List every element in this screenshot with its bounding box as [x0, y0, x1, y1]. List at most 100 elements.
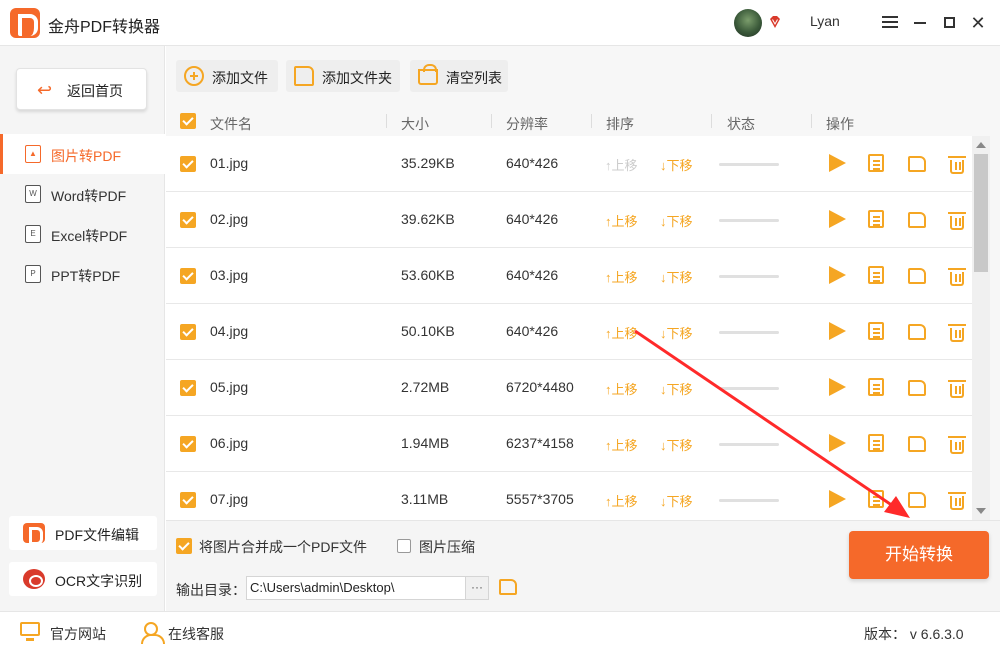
- folder-icon[interactable]: [908, 436, 926, 452]
- row-checkbox[interactable]: [180, 212, 196, 228]
- select-all-checkbox[interactable]: [180, 113, 196, 129]
- document-icon[interactable]: [868, 154, 884, 172]
- table-row[interactable]: 02.jpg 39.62KB 640*426 ↑上移 ↓下移: [166, 192, 972, 248]
- header-order: 排序: [606, 116, 634, 132]
- sidebar-item-ppt-to-pdf[interactable]: P PPT转PDF: [0, 254, 165, 294]
- play-icon[interactable]: [829, 434, 846, 452]
- user-avatar[interactable]: [734, 9, 762, 37]
- move-down-button[interactable]: ↓下移: [660, 155, 693, 174]
- scroll-down-icon[interactable]: [976, 508, 986, 514]
- file-name: 04.jpg: [210, 323, 249, 339]
- move-down-button[interactable]: ↓下移: [660, 323, 693, 342]
- document-icon[interactable]: [868, 434, 884, 452]
- play-icon[interactable]: [829, 266, 846, 284]
- row-checkbox[interactable]: [180, 436, 196, 452]
- merge-checkbox[interactable]: [176, 538, 192, 554]
- scrollbar-thumb[interactable]: [974, 154, 988, 272]
- sidebar-item-image-to-pdf[interactable]: ▲ 图片转PDF: [0, 134, 165, 174]
- minimize-icon[interactable]: [910, 13, 930, 33]
- word-doc-icon: W: [25, 185, 41, 203]
- file-name: 01.jpg: [210, 155, 249, 171]
- website-link[interactable]: 官方网站: [50, 624, 106, 644]
- move-up-button[interactable]: ↑上移: [605, 491, 638, 510]
- header-divider: [711, 114, 712, 128]
- play-icon[interactable]: [829, 154, 846, 172]
- move-down-button[interactable]: ↓下移: [660, 379, 693, 398]
- document-icon[interactable]: [868, 322, 884, 340]
- folder-icon[interactable]: [908, 492, 926, 508]
- vertical-scrollbar[interactable]: [972, 136, 990, 520]
- open-folder-icon[interactable]: [499, 579, 517, 595]
- move-up-button[interactable]: ↑上移: [605, 379, 638, 398]
- add-file-button[interactable]: 添加文件: [176, 60, 278, 92]
- customer-service-icon[interactable]: [141, 622, 165, 644]
- scroll-up-icon[interactable]: [976, 142, 986, 148]
- move-up-button[interactable]: ↑上移: [605, 435, 638, 454]
- folder-icon[interactable]: [908, 156, 926, 172]
- document-icon[interactable]: [868, 378, 884, 396]
- folder-icon[interactable]: [908, 268, 926, 284]
- trash-icon[interactable]: [948, 268, 966, 286]
- compress-checkbox[interactable]: [397, 539, 411, 553]
- table-row[interactable]: 01.jpg 35.29KB 640*426 ↑上移 ↓下移: [166, 136, 972, 192]
- row-checkbox[interactable]: [180, 268, 196, 284]
- clear-list-button[interactable]: 清空列表: [410, 60, 508, 92]
- move-down-button[interactable]: ↓下移: [660, 211, 693, 230]
- status-progress-bar: [719, 387, 779, 390]
- trash-icon[interactable]: [948, 436, 966, 454]
- browse-more-button[interactable]: ···: [465, 576, 489, 600]
- move-up-label: 上移: [611, 270, 638, 285]
- trash-icon[interactable]: [948, 492, 966, 510]
- document-icon[interactable]: [868, 266, 884, 284]
- trash-icon[interactable]: [948, 324, 966, 342]
- table-row[interactable]: 03.jpg 53.60KB 640*426 ↑上移 ↓下移: [166, 248, 972, 304]
- table-row[interactable]: 06.jpg 1.94MB 6237*4158 ↑上移 ↓下移: [166, 416, 972, 472]
- add-folder-button[interactable]: 添加文件夹: [286, 60, 400, 92]
- add-file-label: 添加文件: [212, 70, 268, 86]
- close-icon[interactable]: ✕: [968, 13, 988, 33]
- back-arrow-icon: ↩: [37, 80, 53, 100]
- move-down-button[interactable]: ↓下移: [660, 435, 693, 454]
- document-icon[interactable]: [868, 490, 884, 508]
- online-service-link[interactable]: 在线客服: [168, 624, 224, 644]
- move-down-button[interactable]: ↓下移: [660, 491, 693, 510]
- document-icon[interactable]: [868, 210, 884, 228]
- play-icon[interactable]: [829, 490, 846, 508]
- username[interactable]: Lyan: [810, 13, 840, 29]
- file-resolution: 640*426: [506, 323, 559, 339]
- back-home-button[interactable]: ↩ 返回首页: [16, 68, 147, 110]
- move-up-button[interactable]: ↑上移: [605, 323, 638, 342]
- play-icon[interactable]: [829, 322, 846, 340]
- row-checkbox[interactable]: [180, 156, 196, 172]
- start-convert-button[interactable]: 开始转换: [849, 531, 989, 579]
- row-checkbox[interactable]: [180, 324, 196, 340]
- trash-icon[interactable]: [948, 380, 966, 398]
- folder-icon[interactable]: [908, 212, 926, 228]
- file-size: 2.72MB: [401, 379, 450, 395]
- play-icon[interactable]: [829, 378, 846, 396]
- pdf-edit-button[interactable]: PDF文件编辑: [9, 516, 157, 550]
- row-checkbox[interactable]: [180, 492, 196, 508]
- table-row[interactable]: 05.jpg 2.72MB 6720*4480 ↑上移 ↓下移: [166, 360, 972, 416]
- file-size: 50.10KB: [401, 323, 455, 339]
- folder-icon[interactable]: [908, 380, 926, 396]
- sidebar-item-excel-to-pdf[interactable]: E Excel转PDF: [0, 214, 165, 254]
- output-path-field[interactable]: C:\Users\admin\Desktop\: [246, 576, 466, 600]
- folder-icon[interactable]: [908, 324, 926, 340]
- table-row[interactable]: 04.jpg 50.10KB 640*426 ↑上移 ↓下移: [166, 304, 972, 360]
- menu-icon[interactable]: [880, 13, 900, 33]
- table-row[interactable]: 07.jpg 3.11MB 5557*3705 ↑上移 ↓下移: [166, 472, 972, 520]
- move-up-button[interactable]: ↑上移: [605, 267, 638, 286]
- move-down-button[interactable]: ↓下移: [660, 267, 693, 286]
- sidebar-item-word-to-pdf[interactable]: W Word转PDF: [0, 174, 165, 214]
- ocr-button[interactable]: OCR文字识别: [9, 562, 157, 596]
- row-checkbox[interactable]: [180, 380, 196, 396]
- website-icon[interactable]: [20, 622, 40, 641]
- move-up-button[interactable]: ↑上移: [605, 211, 638, 230]
- play-icon[interactable]: [829, 210, 846, 228]
- trash-icon[interactable]: [948, 212, 966, 230]
- move-up-label: 上移: [611, 214, 638, 229]
- vip-diamond-icon[interactable]: [768, 15, 782, 29]
- trash-icon[interactable]: [948, 156, 966, 174]
- maximize-icon[interactable]: [940, 13, 960, 33]
